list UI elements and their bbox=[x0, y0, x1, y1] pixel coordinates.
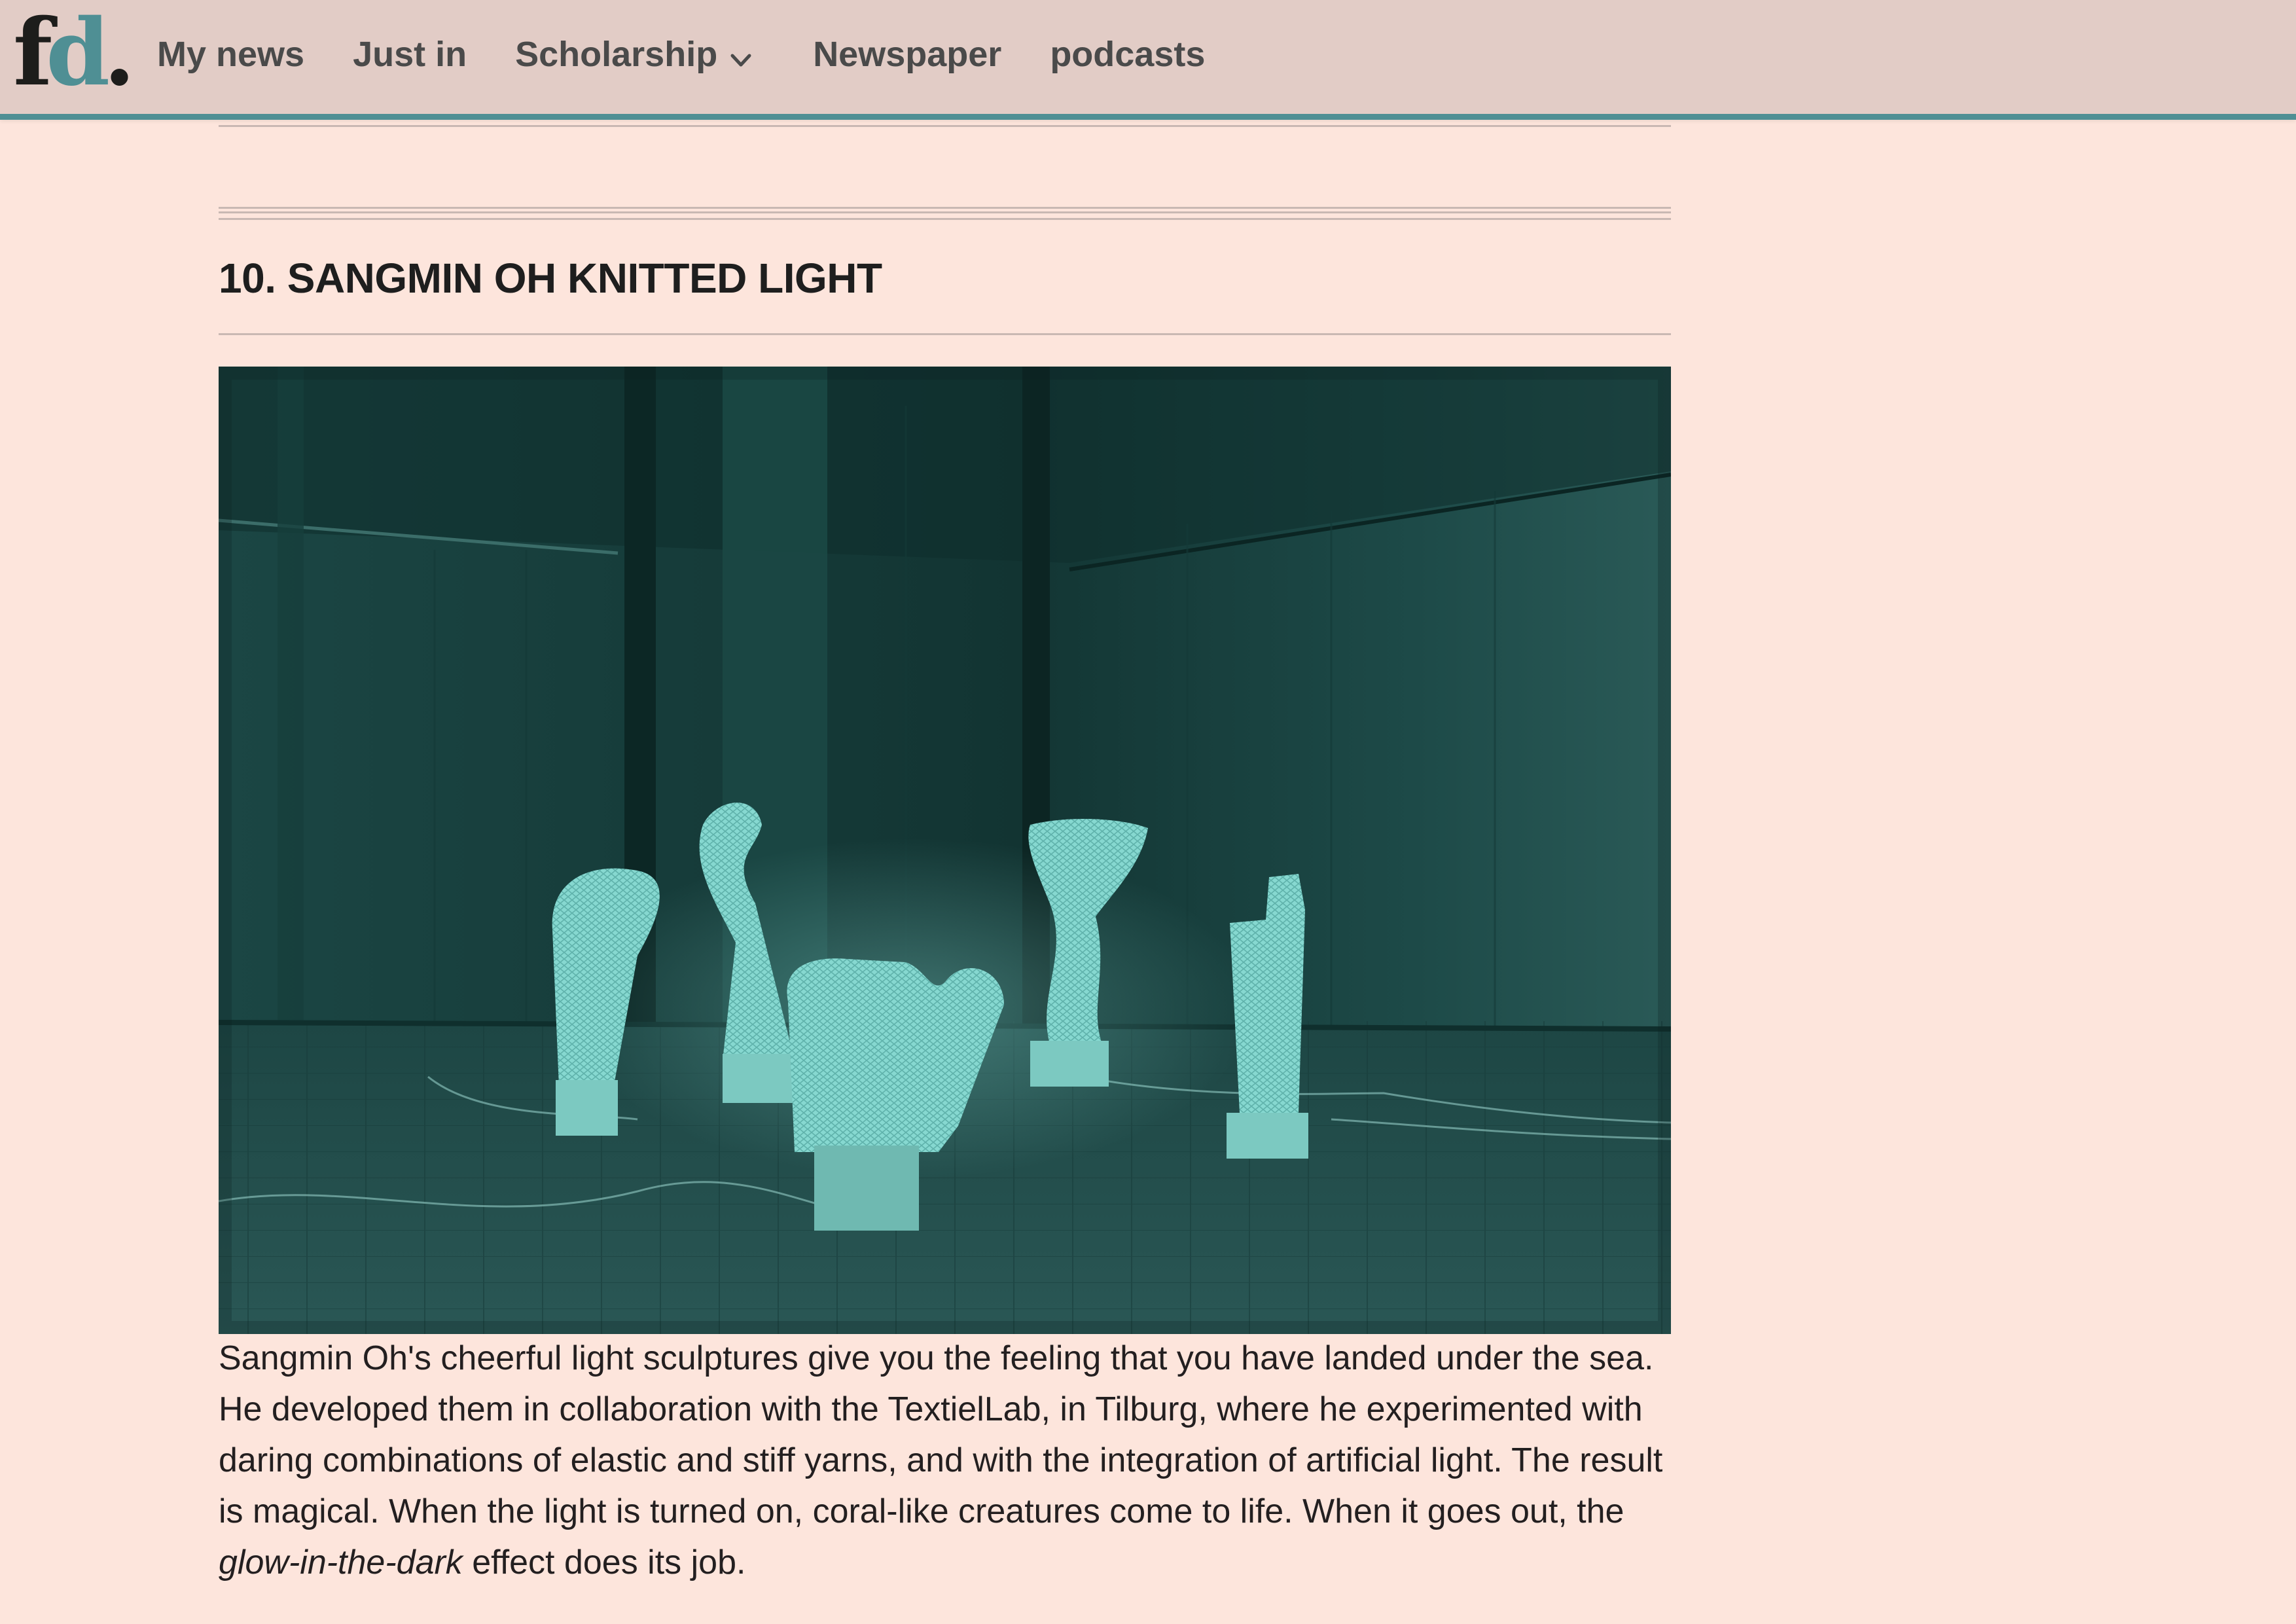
logo-letter-d: d bbox=[46, 0, 110, 107]
nav-item-label: Scholarship bbox=[515, 34, 718, 74]
nav-item-label: podcasts bbox=[1050, 34, 1206, 74]
nav-item-scholarship[interactable]: Scholarship bbox=[515, 34, 754, 75]
article-paragraph: Sangmin Oh's cheerful light sculptures g… bbox=[219, 1333, 1691, 1588]
logo-letter-f: f bbox=[13, 0, 52, 107]
nav-item-my-news[interactable]: My news bbox=[157, 34, 304, 75]
knitted-light-photo bbox=[219, 367, 1671, 1334]
nav-item-label: Newspaper bbox=[813, 34, 1002, 74]
nav-item-label: My news bbox=[157, 34, 305, 74]
heading-divider bbox=[219, 333, 1671, 335]
section-double-divider bbox=[219, 207, 1671, 220]
fd-logo[interactable]: f d . bbox=[13, 4, 135, 102]
nav-item-podcasts[interactable]: podcasts bbox=[1050, 34, 1205, 75]
article-emphasis: glow-in-the-dark bbox=[219, 1543, 463, 1581]
nav-item-label: Just in bbox=[353, 34, 467, 74]
site-header: f d . My news Just in Scholarship Newspa… bbox=[0, 0, 2296, 120]
nav-item-newspaper[interactable]: Newspaper bbox=[813, 34, 1001, 75]
article-text-start: Sangmin Oh's cheerful light sculptures g… bbox=[219, 1339, 1663, 1530]
section-divider bbox=[219, 125, 1671, 127]
article-heading: 10. SANGMIN OH KNITTED LIGHT bbox=[219, 255, 882, 302]
article-text-end: effect does its job. bbox=[462, 1543, 746, 1581]
chevron-down-icon bbox=[728, 41, 754, 67]
main-nav: My news Just in Scholarship Newspaper po… bbox=[157, 0, 1253, 108]
logo-dot: . bbox=[103, 0, 135, 107]
nav-item-just-in[interactable]: Just in bbox=[353, 34, 467, 75]
